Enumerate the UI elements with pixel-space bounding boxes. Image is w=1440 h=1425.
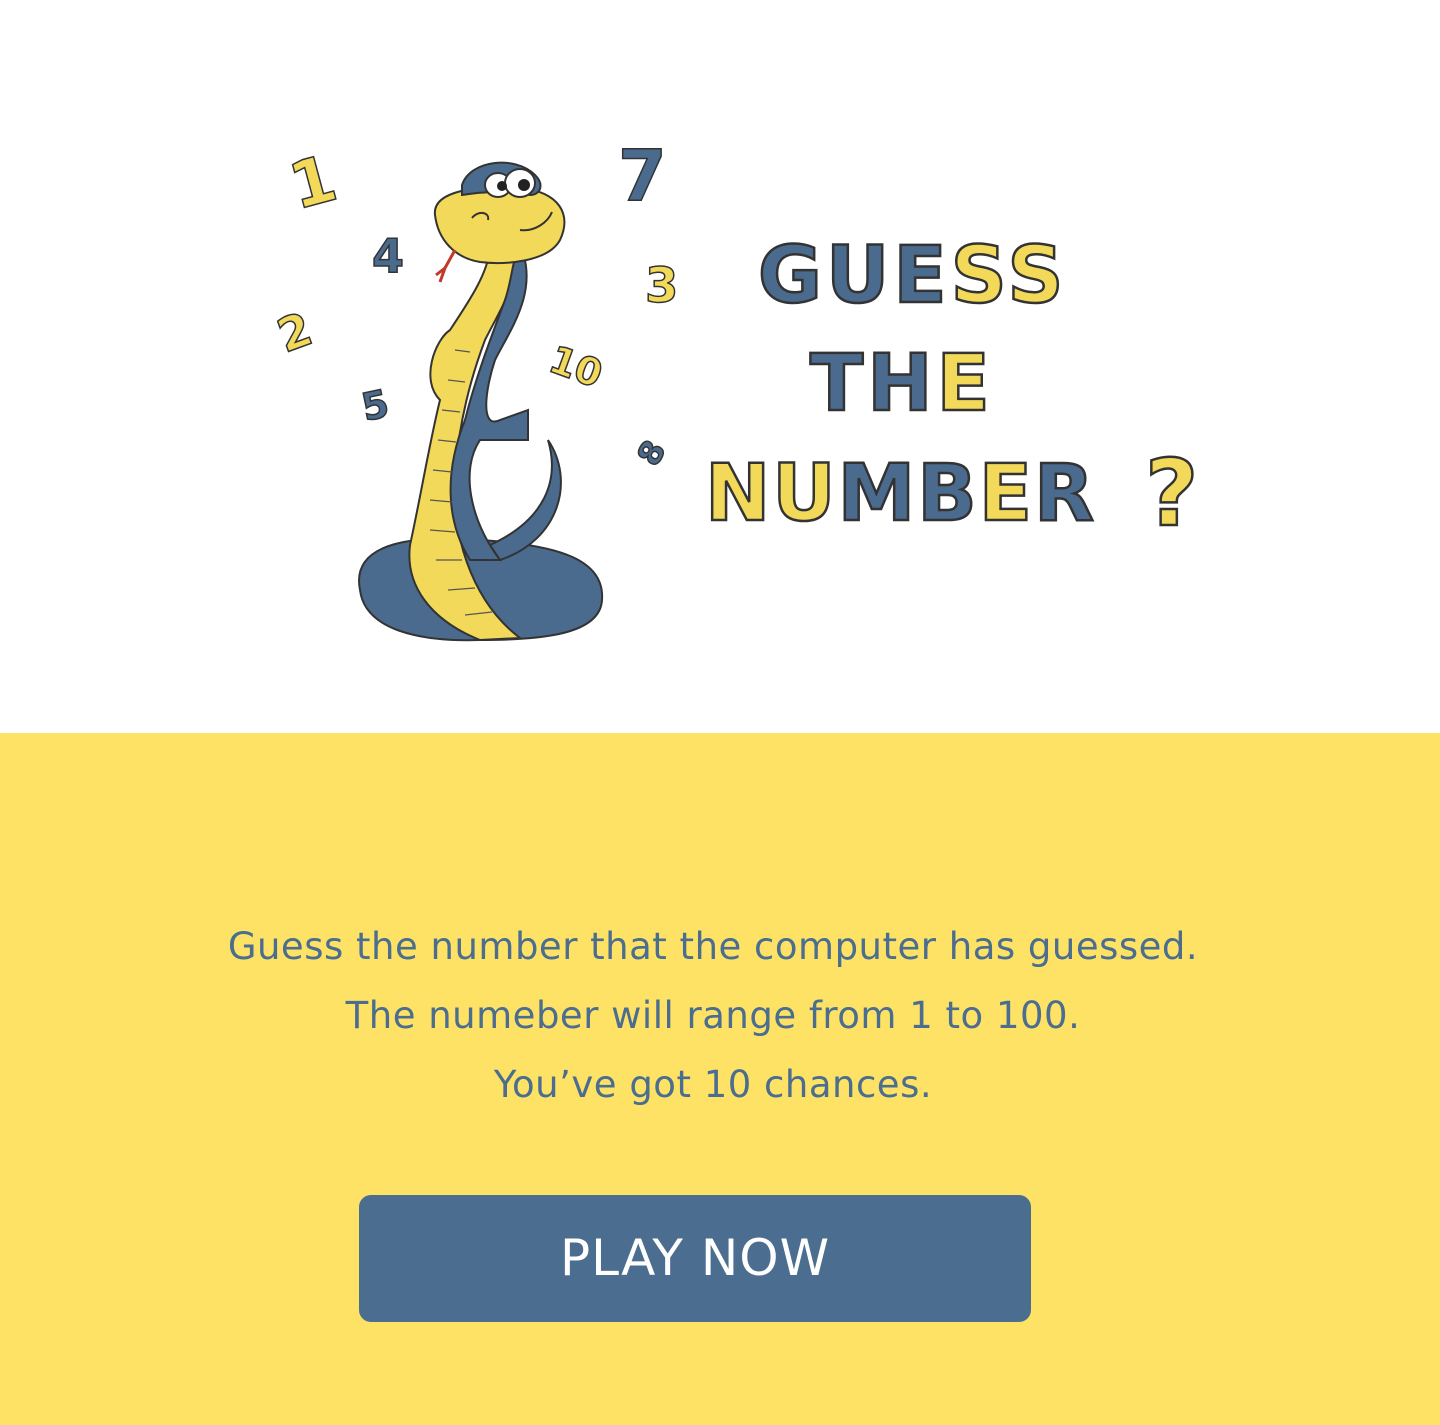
game-instructions: Guess the number that the computer has g… <box>0 912 1426 1119</box>
number-10: 10 <box>544 337 609 396</box>
instruction-line: Guess the number that the computer has g… <box>227 925 1199 968</box>
logo-word-the: THE <box>810 339 994 429</box>
number-5: 5 <box>358 381 393 430</box>
hero-banner: 1 7 4 3 2 10 5 8 GUESS THE NUMBER ? <box>0 0 1440 733</box>
number-1: 1 <box>282 142 344 225</box>
number-8: 8 <box>629 434 673 472</box>
logo-word-guess: GUESS <box>758 231 1068 321</box>
play-now-button[interactable]: PLAY NOW <box>359 1195 1031 1322</box>
logo-question-mark: ? <box>1145 440 1198 547</box>
number-7: 7 <box>618 135 667 217</box>
instruction-line: The numeber will range from 1 to 100. <box>345 994 1081 1037</box>
instruction-line: You’ve got 10 chances. <box>493 1063 933 1106</box>
number-2: 2 <box>270 301 319 363</box>
logo-word-number: NUMBER <box>705 449 1096 539</box>
guess-the-number-logo: 1 7 4 3 2 10 5 8 GUESS THE NUMBER ? <box>270 134 1200 642</box>
number-3: 3 <box>645 258 678 314</box>
logo-title: GUESS THE NUMBER ? <box>704 230 1200 549</box>
number-4: 4 <box>372 229 404 283</box>
